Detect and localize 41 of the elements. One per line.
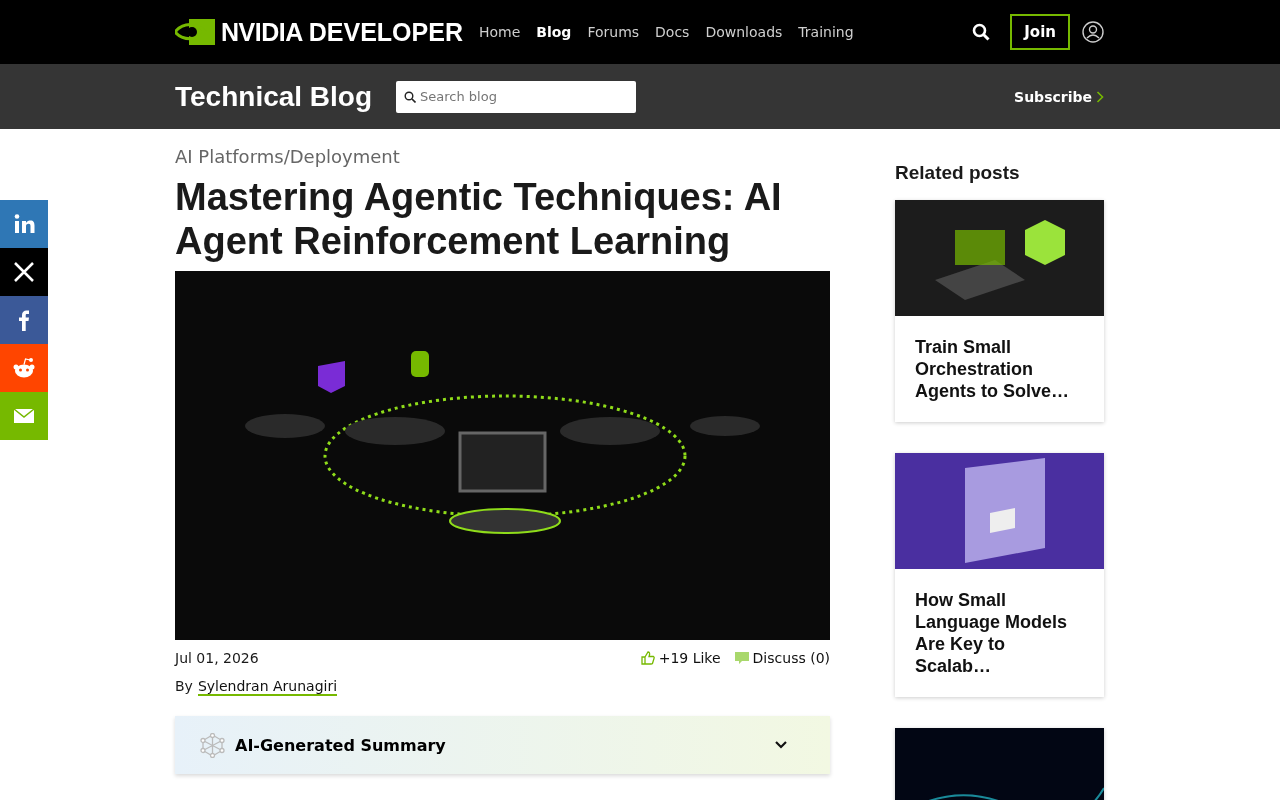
category-link[interactable]: AI Platforms/Deployment — [175, 146, 830, 167]
reddit-share-button[interactable] — [0, 344, 48, 392]
like-button[interactable]: +19 Like — [640, 650, 721, 666]
discuss-link[interactable]: Discuss (0) — [734, 650, 830, 666]
publish-date: Jul 01, 2026 — [175, 650, 259, 666]
nav-link[interactable]: Training — [798, 24, 854, 40]
brand-suffix[interactable]: DEVELOPER — [308, 17, 463, 47]
summary-toggle[interactable]: AI-Generated Summary — [175, 716, 830, 774]
reddit-icon — [12, 356, 36, 380]
byline-prefix: By — [175, 678, 193, 696]
network-icon — [200, 732, 225, 758]
related-post-title[interactable]: How Small Language Models Are Key to Scalab… — [895, 569, 1104, 697]
related-posts-heading: Related posts — [895, 162, 1021, 184]
related-post-title[interactable]: Train Small Orchestration Agents to Solve… — [895, 316, 1104, 422]
nav-link[interactable]: Home — [478, 24, 521, 40]
user-icon[interactable] — [1082, 21, 1104, 43]
chevron-down-icon — [774, 740, 788, 750]
facebook-share-button[interactable] — [0, 296, 48, 344]
brand-logo-text[interactable]: NVIDIA — [221, 17, 303, 47]
glowing-chip-illustration[interactable] — [895, 200, 1104, 316]
x-icon — [12, 260, 36, 284]
linkedin-icon — [12, 212, 36, 236]
nav-link[interactable]: Blog — [536, 24, 572, 40]
linkedin-share-button[interactable] — [0, 200, 48, 248]
blog-title[interactable]: Technical Blog — [175, 80, 373, 113]
speech-bubble-icon — [734, 651, 749, 665]
chevron-right-icon — [1096, 90, 1104, 103]
screen-illustration[interactable] — [895, 453, 1104, 569]
search-icon — [404, 90, 417, 103]
eye-logo-icon — [175, 19, 215, 45]
author-link[interactable]: Sylendran Arunagiri — [197, 678, 338, 696]
subscribe-link[interactable]: Subscribe — [1014, 88, 1104, 105]
thumbs-up-icon — [640, 651, 655, 665]
article-title: Mastering Agentic Techniques: AI Agent Reinforcement Learning — [175, 175, 783, 263]
nav-link[interactable]: Downloads — [705, 24, 783, 40]
search-field[interactable]: Search blog — [396, 80, 637, 113]
join-button[interactable]: Join — [1010, 14, 1070, 50]
nav-link[interactable]: Forums — [587, 24, 640, 40]
x-share-button[interactable] — [0, 248, 48, 296]
nav-link[interactable]: Docs — [655, 24, 690, 40]
search-icon[interactable] — [972, 23, 991, 41]
